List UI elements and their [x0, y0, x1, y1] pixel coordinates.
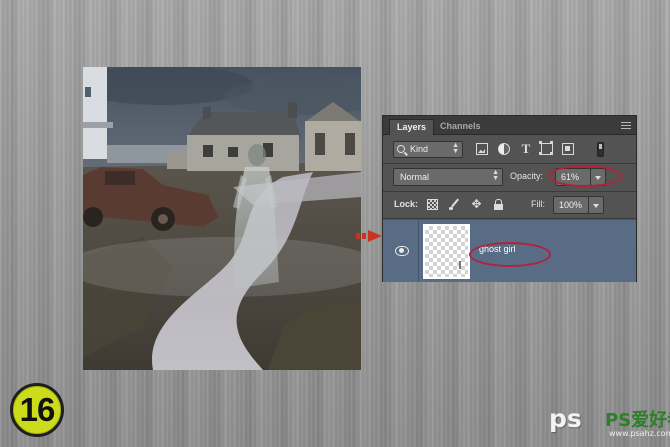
opacity-highlight-ellipse: [548, 165, 622, 187]
watermark-url: www.psahz.com: [609, 429, 670, 438]
arrow-marker-icon: [356, 230, 382, 242]
tab-layers[interactable]: Layers: [389, 119, 435, 135]
kind-filter-label: Kind: [410, 144, 429, 154]
fill-label: Fill:: [531, 199, 545, 209]
divider: [383, 218, 636, 219]
panel-tab-bar: Layers Channels: [383, 116, 636, 135]
divider: [383, 163, 636, 164]
kind-filter-select[interactable]: Kind ▲ ▼: [393, 141, 463, 158]
lock-image-pixels-icon[interactable]: [449, 199, 460, 210]
pixel-layer-filter-icon[interactable]: [476, 143, 488, 155]
smart-object-filter-icon[interactable]: [562, 143, 574, 155]
watermark-brand: ps: [549, 404, 582, 433]
panel-menu-icon[interactable]: [621, 120, 631, 130]
type-layer-filter-icon[interactable]: T: [520, 142, 532, 155]
filter-row: Kind ▲ ▼ T: [383, 140, 636, 160]
tab-channels[interactable]: Channels: [433, 119, 488, 135]
search-icon: [397, 145, 405, 153]
step-number-badge: 16: [10, 383, 64, 437]
lock-label: Lock:: [394, 199, 419, 209]
layer-thumbnail[interactable]: [423, 224, 470, 279]
lock-all-icon[interactable]: [493, 199, 504, 210]
eye-icon[interactable]: [395, 246, 409, 256]
lock-transparent-pixels-icon[interactable]: [427, 199, 438, 210]
spinner-arrows-icon: ▲ ▼: [452, 142, 459, 155]
opacity-label: Opacity:: [510, 171, 544, 181]
fill-input[interactable]: 100%: [553, 196, 589, 214]
layer-name-highlight-ellipse: [469, 242, 551, 267]
blend-mode-select[interactable]: Normal ▲ ▼: [393, 168, 503, 186]
lock-row: Lock: ✥ Fill: 100%: [383, 196, 636, 214]
fill-dropdown-icon[interactable]: [588, 196, 604, 214]
filter-toggle-icon[interactable]: [597, 142, 604, 157]
divider: [383, 191, 636, 192]
adjustment-layer-filter-icon[interactable]: [498, 143, 510, 155]
shape-layer-filter-icon[interactable]: [539, 141, 553, 155]
lock-position-icon[interactable]: ✥: [471, 198, 482, 210]
divider: [418, 220, 419, 282]
spinner-arrows-icon: ▲ ▼: [492, 169, 499, 182]
blend-mode-value: Normal: [400, 172, 430, 182]
watermark: ps PS爱好者 www.psahz.com: [549, 404, 670, 438]
artwork-image: [83, 67, 361, 370]
